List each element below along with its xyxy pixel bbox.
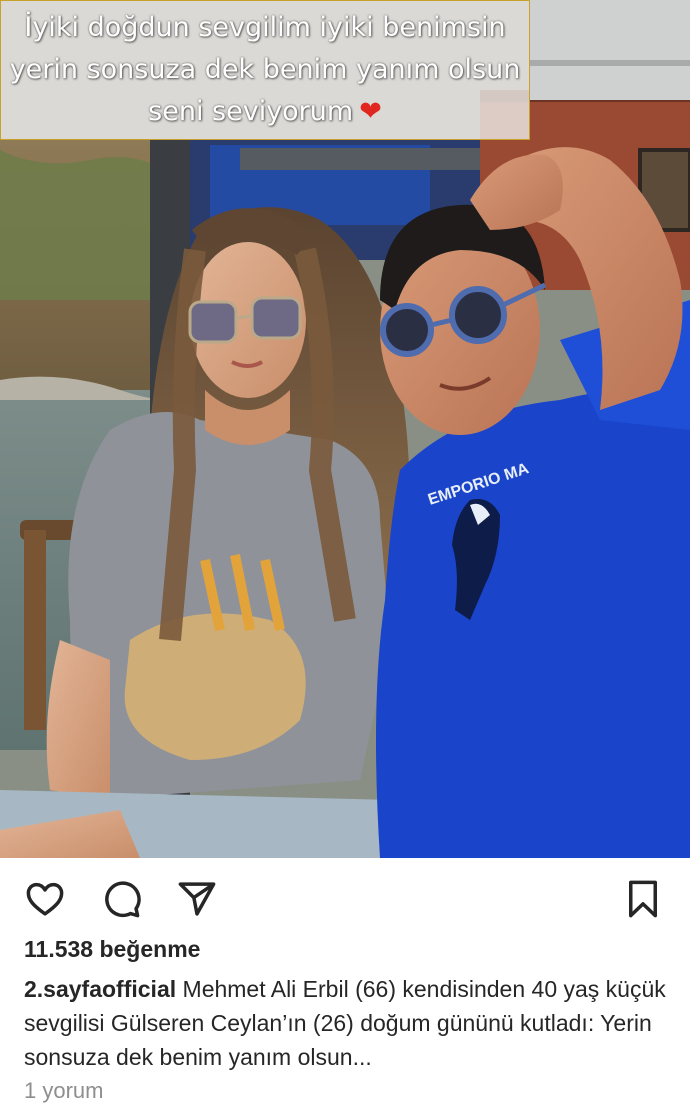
heart-icon[interactable] (24, 878, 66, 920)
story-caption-line-3: seni seviyorum ❤ (148, 93, 382, 131)
story-caption-line-2: yerin sonsuza dek benim yanım olsun (9, 54, 521, 85)
view-comments-link[interactable]: 1 yorum (24, 1078, 103, 1104)
post-photo[interactable]: EMPORIO MA İyiki doğdun sevgilim iyiki b… (0, 0, 690, 858)
caption-username[interactable]: 2.sayfaofficial (24, 976, 176, 1002)
like-count[interactable]: 11.538 beğenme (24, 936, 200, 963)
red-heart-icon: ❤ (359, 96, 382, 127)
comment-icon[interactable] (100, 878, 142, 920)
story-caption-line-3-text: seni seviyorum (148, 96, 354, 127)
post-caption: 2.sayfaofficial Mehmet Ali Erbil (66) ke… (24, 972, 674, 1074)
post-action-bar (0, 858, 690, 936)
story-caption-overlay: İyiki doğdun sevgilim iyiki benimsin yer… (0, 0, 530, 140)
bookmark-icon[interactable] (622, 878, 664, 920)
story-caption-line-1: İyiki doğdun sevgilim iyiki benimsin (24, 12, 506, 43)
send-icon[interactable] (176, 878, 218, 920)
